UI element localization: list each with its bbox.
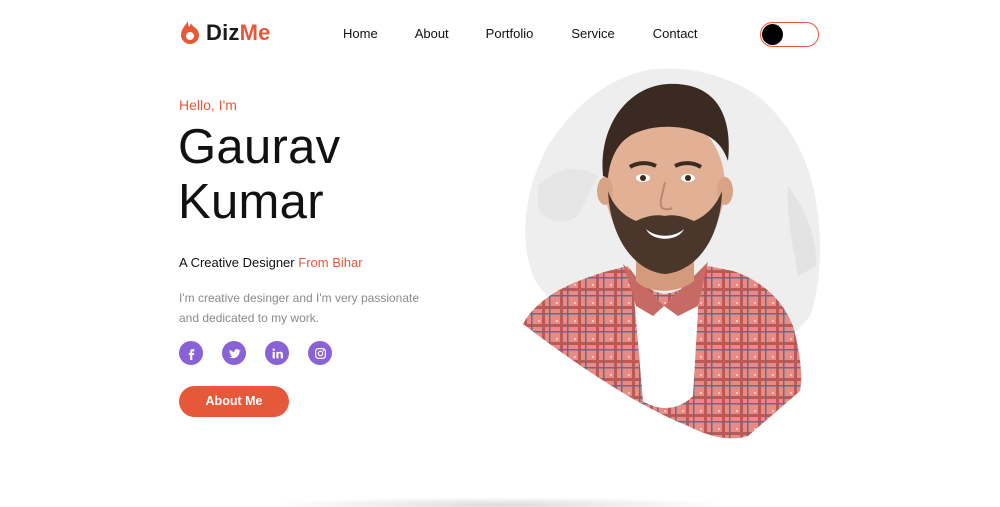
social-links [179, 341, 332, 365]
theme-toggle[interactable] [760, 22, 819, 47]
toggle-knob [762, 24, 783, 45]
tagline-main: A Creative Designer [179, 255, 295, 270]
brand-name-part1: Diz [206, 20, 240, 45]
nav-portfolio[interactable]: Portfolio [486, 26, 534, 41]
linkedin-icon[interactable] [265, 341, 289, 365]
hero-name-first: Gaurav [178, 120, 341, 174]
twitter-icon[interactable] [222, 341, 246, 365]
nav-about[interactable]: About [415, 26, 449, 41]
facebook-icon[interactable] [179, 341, 203, 365]
tagline-accent: From Bihar [298, 255, 363, 270]
about-me-button[interactable]: About Me [179, 386, 289, 417]
hero-greeting: Hello, I'm [179, 97, 237, 113]
main-menu: Home About Portfolio Service Contact [343, 26, 698, 41]
nav-contact[interactable]: Contact [653, 26, 698, 41]
logo-icon [181, 21, 199, 44]
hero-tagline: A Creative Designer From Bihar [179, 255, 363, 270]
hero-description: I'm creative desinger and I'm very passi… [179, 291, 420, 325]
brand-logo[interactable]: DizMe [179, 20, 271, 46]
nav-service[interactable]: Service [571, 26, 614, 41]
brand-name-part2: Me [239, 20, 271, 45]
nav-home[interactable]: Home [343, 26, 378, 41]
hero-name: Gaurav Kumar [178, 120, 341, 230]
top-navbar: DizMe Home About Portfolio Service Conta… [0, 0, 1000, 68]
section-shadow [270, 497, 730, 507]
hero-name-last: Kumar [178, 175, 324, 229]
profile-portrait-image [523, 68, 821, 439]
brand-name: DizMe [206, 20, 271, 46]
instagram-icon[interactable] [308, 341, 332, 365]
